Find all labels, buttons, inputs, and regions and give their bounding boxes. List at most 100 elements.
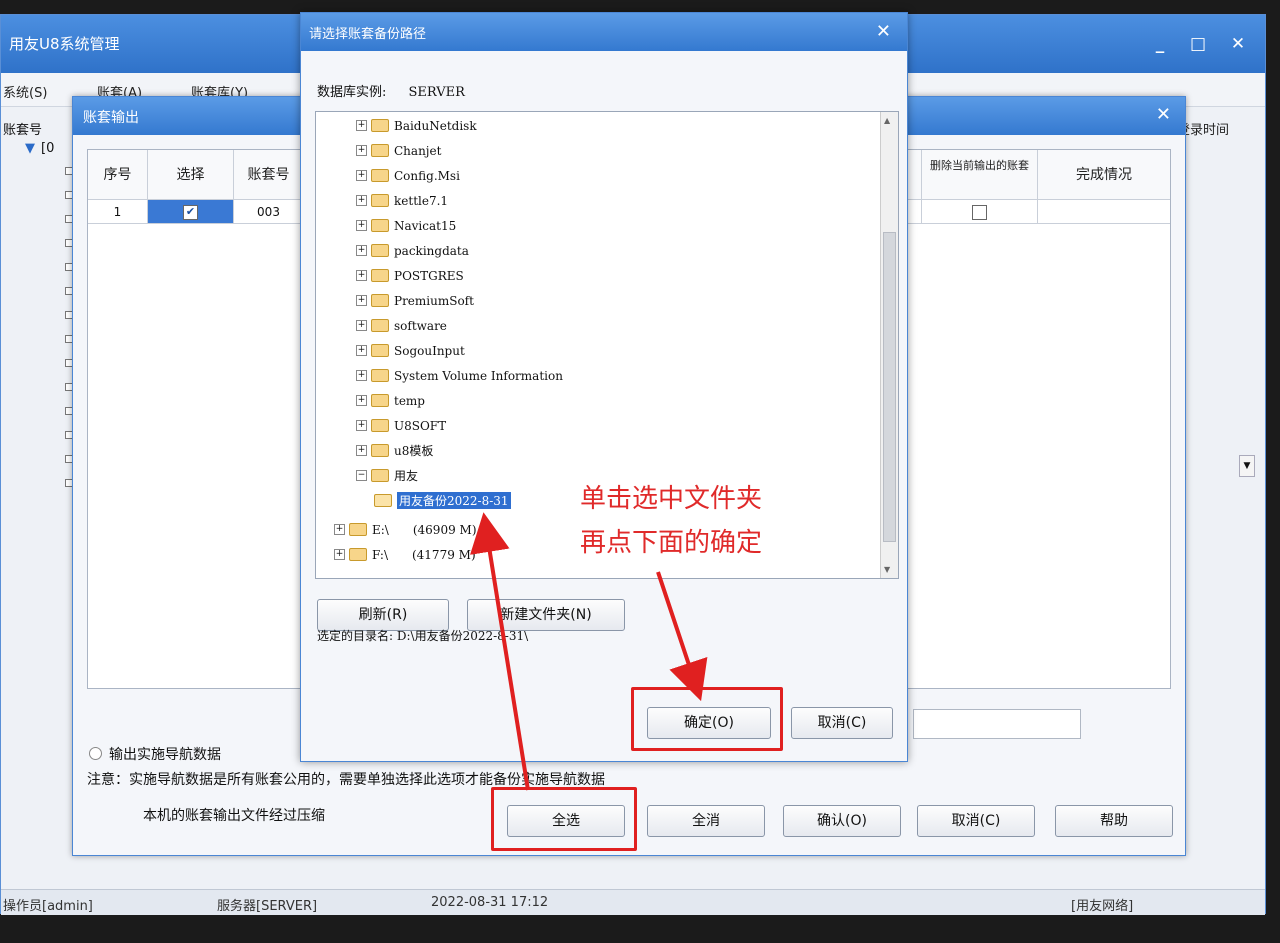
folder-cancel-button[interactable]: 取消(C) <box>791 707 893 739</box>
tree-folder[interactable]: + software <box>356 314 447 337</box>
tree-folder[interactable]: + Navicat15 <box>356 214 456 237</box>
expand-icon[interactable]: + <box>356 270 367 281</box>
tree-folder[interactable]: + U8SOFT <box>356 414 446 437</box>
scroll-down-icon[interactable]: ▼ <box>884 565 890 574</box>
annotation-line2: 再点下面的确定 <box>580 528 763 558</box>
folder-label: temp <box>394 393 425 408</box>
output-field[interactable] <box>913 709 1081 739</box>
folder-icon <box>371 369 389 382</box>
cancel-button[interactable]: 取消(C) <box>917 805 1035 837</box>
expand-icon[interactable]: + <box>356 170 367 181</box>
folder-icon <box>371 444 389 457</box>
minimize-button[interactable]: _ <box>1147 33 1173 55</box>
tree-folder[interactable]: + POSTGRES <box>356 264 464 287</box>
folder-icon <box>371 319 389 332</box>
tree-folder[interactable]: + Config.Msi <box>356 164 460 187</box>
select-all-highlight <box>491 787 637 851</box>
folder-label: kettle7.1 <box>394 193 449 208</box>
row-delete-checkbox[interactable] <box>972 205 987 220</box>
confirm-button[interactable]: 确认(O) <box>783 805 901 837</box>
tree-scrollbar[interactable]: ▲ ▼ <box>880 112 898 578</box>
drive-icon <box>349 548 367 561</box>
tree-folder[interactable]: + kettle7.1 <box>356 189 448 212</box>
expand-icon[interactable]: + <box>356 220 367 231</box>
folder-label: 用友 <box>394 469 419 483</box>
expand-icon[interactable]: + <box>356 420 367 431</box>
tree-drive[interactable]: + F:\ (41779 M) <box>334 543 476 566</box>
column-header: 账套号 <box>234 150 304 200</box>
folder-label: u8模板 <box>394 444 434 458</box>
left-tree: 账套号 ▼ [0 <box>1 107 81 517</box>
tree-drive[interactable]: + E:\ (46909 M) <box>334 518 477 541</box>
expand-icon[interactable]: + <box>356 120 367 131</box>
tree-folder-selected[interactable]: 用友备份2022-8-31 <box>374 489 511 512</box>
folder-label: Navicat15 <box>394 218 457 233</box>
close-button[interactable]: ✕ <box>1225 33 1251 55</box>
tree-folder[interactable]: + SogouInput <box>356 339 465 362</box>
row-select-cell[interactable]: ✔ <box>148 200 234 224</box>
help-button[interactable]: 帮助 <box>1055 805 1173 837</box>
maximize-button[interactable]: □ <box>1185 33 1211 55</box>
tree-folder[interactable]: + Chanjet <box>356 139 441 162</box>
expand-icon[interactable]: + <box>356 245 367 256</box>
folder-icon <box>371 169 389 182</box>
db-instance-value: SERVER <box>408 85 465 100</box>
column-header: 删除当前输出的账套 <box>922 150 1038 200</box>
compress-label: 本机的账套输出文件经过压缩 <box>143 808 325 824</box>
expand-icon[interactable]: + <box>356 370 367 381</box>
expand-icon[interactable]: + <box>356 320 367 331</box>
clear-all-button[interactable]: 全消 <box>647 805 765 837</box>
nav-data-option-radio[interactable] <box>89 747 102 760</box>
folder-icon <box>371 394 389 407</box>
status-server: 服务器[SERVER] <box>217 899 318 914</box>
expand-icon[interactable]: + <box>334 524 345 535</box>
scroll-thumb[interactable] <box>883 232 896 542</box>
tree-folder[interactable]: + System Volume Information <box>356 364 563 387</box>
folder-dialog: 请选择账套备份路径 ✕ 数据库实例: SERVER + BaiduNetdisk … <box>300 12 908 762</box>
expand-icon[interactable]: + <box>356 445 367 456</box>
note-text: 注意：实施导航数据是所有账套公用的，需要单独选择此选项才能备份实施导航数据 <box>87 772 605 788</box>
folder-label: Chanjet <box>394 143 442 158</box>
tree-folder[interactable]: − 用友 <box>356 464 418 487</box>
expand-icon[interactable]: + <box>356 295 367 306</box>
folder-label: SogouInput <box>394 343 465 358</box>
menu-system[interactable]: 系统(S) <box>3 82 47 101</box>
selected-path-label: 选定的目录名: <box>317 629 394 643</box>
export-close-button[interactable]: ✕ <box>1156 104 1171 125</box>
folder-label: POSTGRES <box>394 268 464 283</box>
scroll-up-icon[interactable]: ▲ <box>884 116 890 125</box>
export-dialog-title: 账套输出 <box>83 110 139 126</box>
nav-data-option-label: 输出实施导航数据 <box>109 747 221 763</box>
expand-icon[interactable]: − <box>356 470 367 481</box>
row-account-no: 003 <box>234 200 304 224</box>
folder-icon <box>371 194 389 207</box>
row-delete-cell[interactable] <box>922 200 1038 224</box>
row-select-checkbox[interactable]: ✔ <box>183 205 198 220</box>
selected-path: 选定的目录名: D:\用友备份2022-8-31\ <box>317 627 528 644</box>
tree-folder[interactable]: + temp <box>356 389 425 412</box>
tree-folder[interactable]: + u8模板 <box>356 439 433 462</box>
folder-label: U8SOFT <box>394 418 447 433</box>
folder-icon <box>371 344 389 357</box>
scroll-down-icon[interactable]: ▼ <box>1239 455 1255 477</box>
left-header: 账套号 <box>3 123 43 138</box>
tree-folder[interactable]: + packingdata <box>356 239 469 262</box>
expand-icon[interactable]: + <box>356 345 367 356</box>
expand-icon[interactable]: + <box>356 395 367 406</box>
expand-arrow-icon[interactable]: ▼ <box>25 141 35 156</box>
expand-icon[interactable]: + <box>356 145 367 156</box>
folder-icon <box>371 244 389 257</box>
expand-icon[interactable]: + <box>356 195 367 206</box>
expand-icon[interactable]: + <box>334 549 345 560</box>
folder-label: packingdata <box>394 243 469 258</box>
folder-close-button[interactable]: ✕ <box>876 21 891 42</box>
tree-folder[interactable]: + PremiumSoft <box>356 289 474 312</box>
db-instance-caption: 数据库实例: <box>317 85 387 100</box>
folder-label: PremiumSoft <box>394 293 474 308</box>
folder-icon <box>371 144 389 157</box>
tree-root[interactable]: [0 <box>41 141 54 156</box>
column-header: 选择 <box>148 150 234 200</box>
status-datetime: 2022-08-31 17:12 <box>431 895 549 910</box>
column-header: 完成情况 <box>1038 150 1170 200</box>
tree-folder[interactable]: + BaiduNetdisk <box>356 114 477 137</box>
